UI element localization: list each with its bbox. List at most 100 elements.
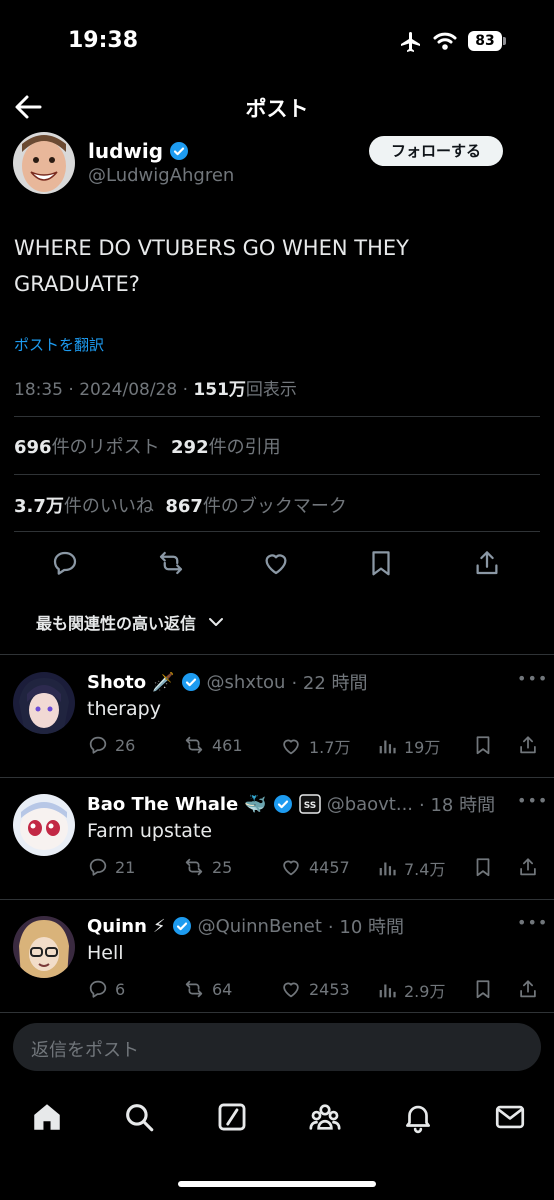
home-icon[interactable] (30, 1100, 64, 1134)
reply-header: Quinn ⚡ @QuinnBenet · 10 時間 (87, 913, 404, 939)
translate-link[interactable]: ポストを翻訳 (14, 334, 104, 355)
more-options-icon[interactable]: ••• (517, 669, 548, 688)
quotes-stat[interactable]: 292件の引用 (171, 437, 281, 458)
tweet-timestamp[interactable]: 18:35 · 2024/08/28 · (14, 380, 193, 400)
reply-avatar[interactable] (13, 916, 75, 978)
reply-text: Farm upstate (87, 820, 213, 842)
reply-author-handle[interactable]: @QuinnBenet (198, 916, 322, 937)
reply-bookmark-button[interactable] (472, 978, 494, 1000)
author-handle[interactable]: @LudwigAhgren (88, 165, 234, 186)
reply-views-button[interactable]: 2.9万 (376, 978, 445, 1002)
reply-avatar[interactable] (13, 794, 75, 856)
repost-count: 25 (212, 857, 233, 877)
views-icon (376, 857, 398, 879)
like-count: 2453 (309, 979, 350, 999)
reply-header: Bao The Whale 🐳 SS @baovt... · 18 時間 (87, 791, 495, 817)
reply-timestamp[interactable]: · 22 時間 (291, 669, 367, 695)
home-indicator (178, 1181, 376, 1187)
search-icon[interactable] (122, 1100, 156, 1134)
author-name[interactable]: ludwig (88, 139, 163, 163)
views-icon (376, 979, 398, 1001)
svg-text:SS: SS (303, 801, 316, 811)
wifi-icon (432, 30, 458, 52)
likes-count: 3.7万 (14, 496, 64, 517)
repost-icon[interactable] (156, 548, 186, 578)
like-count: 1.7万 (309, 738, 351, 757)
verified-badge-icon (169, 141, 189, 161)
reply-icon (87, 734, 109, 756)
share-icon[interactable] (472, 548, 502, 578)
reply-timestamp[interactable]: · 18 時間 (419, 791, 495, 817)
airplane-icon (398, 30, 424, 54)
reply-author-handle[interactable]: @shxtou (207, 672, 286, 693)
like-count: 4457 (309, 857, 350, 877)
follow-button[interactable]: フォローする (369, 136, 503, 166)
reply-count: 26 (115, 735, 136, 755)
reply-reply-button[interactable]: 26 (87, 734, 135, 756)
reply-views-button[interactable]: 19万 (376, 734, 440, 758)
status-time: 19:38 (68, 28, 139, 53)
reply-author-handle[interactable]: @baovt... (327, 794, 413, 815)
share-icon (517, 978, 539, 1000)
divider (0, 1012, 554, 1013)
notifications-icon[interactable] (401, 1100, 435, 1134)
tweet-text: WHERE DO VTUBERS GO WHEN THEY GRADUATE? (14, 230, 534, 302)
quotes-count: 292 (171, 437, 209, 458)
reply-reply-button[interactable]: 6 (87, 978, 125, 1000)
tweet-text-line: GRADUATE? (14, 272, 140, 296)
like-icon[interactable] (261, 548, 291, 578)
author-name-row[interactable]: ludwig (88, 139, 189, 163)
divider (0, 654, 554, 655)
views-label: 回表示 (245, 380, 297, 400)
battery-nub (503, 37, 506, 45)
more-options-icon[interactable]: ••• (517, 913, 548, 932)
reply-views-button[interactable]: 7.4万 (376, 856, 445, 880)
reply-bookmark-button[interactable] (472, 734, 494, 756)
reply-share-button[interactable] (517, 856, 539, 878)
views-count: 19万 (404, 738, 441, 757)
views-count: 151万 (193, 380, 246, 400)
reply-like-button[interactable]: 4457 (279, 856, 350, 878)
reply-repost-button[interactable]: 461 (182, 734, 243, 756)
reply-author-name[interactable]: Shoto (87, 672, 146, 693)
reply-share-button[interactable] (517, 978, 539, 1000)
bookmark-icon[interactable] (366, 548, 396, 578)
likes-stat[interactable]: 3.7万件のいいね (14, 496, 154, 517)
bookmarks-stat[interactable]: 867件のブックマーク (165, 496, 347, 517)
reply-sort-dropdown[interactable]: 最も関連性の高い返信 (36, 610, 224, 634)
bookmark-icon (472, 856, 494, 878)
reply-reply-button[interactable]: 21 (87, 856, 135, 878)
reply-share-button[interactable] (517, 734, 539, 756)
reply-timestamp[interactable]: · 10 時間 (328, 913, 404, 939)
views-count: 7.4万 (404, 860, 446, 879)
bookmark-icon (472, 978, 494, 1000)
reply-like-button[interactable]: 2453 (279, 978, 350, 1000)
grok-icon[interactable] (215, 1100, 249, 1134)
subscription-badge-icon: SS (298, 794, 321, 814)
engagement-stats-row: 696件のリポスト 292件の引用 (14, 433, 281, 459)
repost-icon (182, 978, 206, 1000)
reply-count: 21 (115, 857, 136, 877)
reply-author-name[interactable]: Bao The Whale (87, 794, 238, 815)
views-icon (376, 735, 398, 757)
reply-bookmark-button[interactable] (472, 856, 494, 878)
reply-count: 6 (115, 979, 126, 999)
reposts-count: 696 (14, 437, 52, 458)
reply-icon[interactable] (50, 548, 80, 578)
messages-icon[interactable] (493, 1100, 527, 1134)
reply-author-emoji: 🗡️ (152, 671, 175, 693)
reply-like-button[interactable]: 1.7万 (279, 734, 350, 758)
reply-repost-button[interactable]: 25 (182, 856, 232, 878)
reply-repost-button[interactable]: 64 (182, 978, 232, 1000)
page-title: ポスト (245, 97, 309, 121)
reply-avatar[interactable] (13, 672, 75, 734)
reply-author-emoji: ⚡ (152, 915, 166, 937)
engagement-stats-row: 3.7万件のいいね 867件のブックマーク (14, 492, 347, 518)
likes-label: 件のいいね (63, 496, 154, 517)
reply-header: Shoto 🗡️ @shxtou · 22 時間 (87, 669, 368, 695)
author-avatar[interactable] (13, 132, 75, 194)
reply-author-name[interactable]: Quinn (87, 916, 147, 937)
communities-icon[interactable] (308, 1100, 342, 1134)
more-options-icon[interactable]: ••• (517, 791, 548, 810)
reposts-stat[interactable]: 696件のリポスト (14, 437, 160, 458)
